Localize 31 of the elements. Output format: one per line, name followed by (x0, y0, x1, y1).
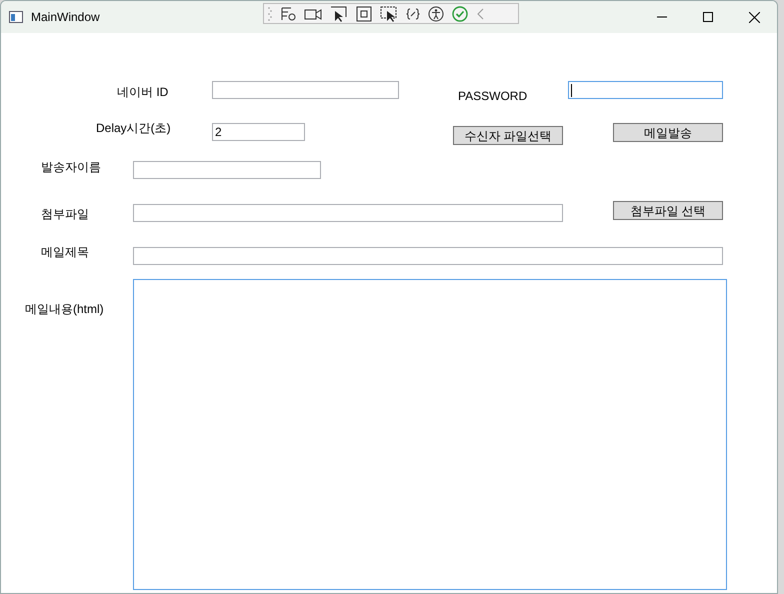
field-label: 메일제목 (41, 244, 90, 260)
window-title: MainWindow (31, 9, 100, 26)
input-field[interactable] (133, 204, 563, 222)
check-icon[interactable] (452, 6, 468, 22)
action-button[interactable]: 메일발송 (613, 123, 723, 142)
region-pointer-icon[interactable] (380, 6, 398, 22)
frame-icon[interactable] (356, 6, 372, 22)
select-pointer-icon[interactable] (330, 6, 348, 22)
app-icon (9, 11, 23, 23)
field-label: PASSWORD (458, 88, 528, 104)
maximize-icon[interactable] (703, 12, 713, 22)
field-label: 발송자이름 (41, 159, 102, 175)
field-label: 네이버 ID (117, 84, 170, 100)
message-body-field[interactable] (133, 279, 727, 590)
action-button[interactable]: 수신자 파일선택 (453, 126, 563, 145)
input-field[interactable] (568, 81, 723, 99)
field-label: 첨부파일 (41, 206, 90, 222)
accessibility-icon[interactable] (428, 6, 444, 22)
chevron-left-icon[interactable] (476, 6, 486, 20)
input-field[interactable] (212, 81, 399, 99)
field-label: 메일내용(html) (25, 301, 105, 317)
input-field[interactable] (133, 247, 723, 265)
input-field[interactable] (133, 161, 321, 179)
binding-icon[interactable] (406, 6, 420, 20)
close-icon[interactable] (748, 12, 760, 22)
input-field[interactable]: 2 (212, 123, 305, 141)
camera-icon[interactable] (304, 6, 322, 20)
action-button[interactable]: 첨부파일 선택 (613, 201, 723, 220)
field-label: Delay시간(초) (96, 120, 172, 136)
tree-icon[interactable] (280, 6, 296, 22)
grip-icon (268, 6, 272, 22)
